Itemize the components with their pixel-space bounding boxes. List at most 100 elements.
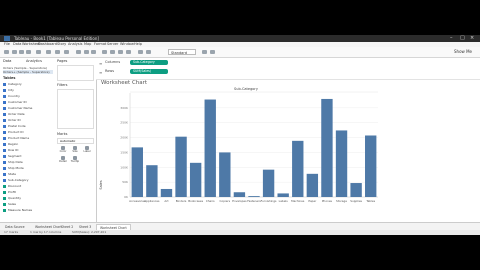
field-item[interactable]: State: [8, 172, 16, 176]
bar[interactable]: [248, 196, 260, 197]
highlight-icon[interactable]: [102, 50, 107, 54]
tableau-home-icon[interactable]: [4, 50, 9, 54]
columns-label: Columns: [105, 60, 121, 64]
filters-label: Filters: [57, 83, 68, 87]
field-type-icon: [3, 130, 6, 134]
x-tick-label: Binders: [176, 199, 187, 203]
new-worksheet-icon[interactable]: [46, 50, 51, 54]
bar[interactable]: [175, 136, 187, 197]
data-pane: Data Analytics Orders (Sample - Supersto…: [0, 58, 56, 222]
bar[interactable]: [350, 183, 362, 197]
rows-pill[interactable]: SUM(Sales): [130, 69, 168, 74]
pages-shelf[interactable]: [57, 65, 94, 81]
sort-descending-icon[interactable]: [91, 50, 96, 54]
presentation-mode-icon[interactable]: [202, 50, 207, 54]
field-item[interactable]: Region: [8, 142, 18, 146]
field-type-icon: [3, 196, 6, 200]
x-tick-label: Chairs: [206, 199, 215, 203]
field-item[interactable]: Order ID: [8, 118, 21, 122]
mark-tooltip[interactable]: Tooltip: [70, 156, 80, 164]
clear-sheet-icon[interactable]: [64, 50, 69, 54]
mark-type-dropdown[interactable]: Automatic: [57, 138, 94, 144]
x-tick-label: Envelopes: [232, 199, 247, 203]
field-item[interactable]: Sub-Category: [8, 178, 29, 182]
status-marks: 17 marks: [4, 230, 19, 234]
field-item[interactable]: Product ID: [8, 130, 24, 134]
mark-size[interactable]: Size: [70, 146, 80, 154]
swap-icon[interactable]: [76, 50, 81, 54]
tableau-logo-icon: [4, 36, 10, 41]
shelves: ≡ Columns Sub-Category ≡ Rows SUM(Sales): [96, 58, 480, 80]
labels-icon[interactable]: [118, 50, 123, 54]
x-tick-label: Furnishings: [261, 199, 277, 203]
x-tick-label: Bookcases: [188, 199, 203, 203]
bar[interactable]: [262, 169, 275, 197]
bar[interactable]: [365, 135, 377, 197]
field-type-icon: [3, 172, 6, 176]
field-item[interactable]: City: [8, 88, 14, 92]
bar[interactable]: [204, 99, 216, 197]
field-item[interactable]: Product Name: [8, 136, 29, 140]
close-icon[interactable]: ×: [470, 35, 474, 42]
tab-data[interactable]: Data: [3, 59, 11, 64]
field-item[interactable]: Postal Code: [8, 124, 26, 128]
format-workbook-icon[interactable]: [138, 50, 143, 54]
y-tick-label: 50K: [122, 180, 129, 184]
mark-label[interactable]: Label: [82, 146, 92, 154]
maximize-icon[interactable]: □: [460, 35, 465, 42]
filters-shelf[interactable]: [57, 89, 94, 129]
field-item[interactable]: Country: [8, 94, 20, 98]
field-item[interactable]: Profit: [8, 190, 16, 194]
bar[interactable]: [189, 162, 202, 197]
show-me-button[interactable]: Show Me: [454, 49, 472, 55]
field-item[interactable]: Customer Name: [8, 106, 32, 110]
share-icon[interactable]: [210, 50, 215, 54]
undo-icon[interactable]: [12, 50, 17, 54]
bar[interactable]: [292, 140, 304, 197]
field-item[interactable]: Ship Date: [8, 160, 23, 164]
minimize-icon[interactable]: –: [450, 35, 453, 42]
field-item[interactable]: Measure Names: [8, 208, 32, 212]
field-item[interactable]: Customer ID: [8, 100, 27, 104]
field-item[interactable]: Sales: [8, 202, 16, 206]
field-item[interactable]: Segment: [8, 154, 22, 158]
columns-pill[interactable]: Sub-Category: [130, 60, 168, 65]
bar[interactable]: [160, 188, 173, 197]
new-data-source-icon[interactable]: [36, 50, 41, 54]
bar[interactable]: [335, 130, 348, 197]
field-type-icon: [3, 178, 6, 182]
redo-icon[interactable]: [19, 50, 24, 54]
bar[interactable]: [233, 192, 246, 197]
field-item[interactable]: Category: [8, 82, 22, 86]
x-tick-label: Copiers: [220, 199, 231, 203]
field-item[interactable]: Quantity: [8, 196, 21, 200]
field-item[interactable]: Row ID: [8, 148, 18, 152]
bar[interactable]: [131, 147, 143, 197]
fix-axes-icon[interactable]: [126, 50, 131, 54]
bar[interactable]: [146, 165, 158, 197]
field-type-icon: [3, 190, 6, 194]
field-item[interactable]: Ship Mode: [8, 166, 24, 170]
bar[interactable]: [277, 193, 289, 197]
tooltip-icon[interactable]: [146, 50, 151, 54]
save-icon[interactable]: [26, 50, 31, 54]
field-type-icon: [3, 202, 6, 206]
mark-color[interactable]: Color: [58, 146, 68, 154]
field-type-icon: [3, 184, 6, 188]
group-icon[interactable]: [110, 50, 115, 54]
status-dims: 1 row by 17 columns: [30, 230, 62, 234]
bar[interactable]: [219, 152, 231, 197]
mark-detail[interactable]: Detail: [58, 156, 68, 164]
field-item[interactable]: Order Date: [8, 112, 25, 116]
bar[interactable]: [321, 98, 333, 197]
duplicate-sheet-icon[interactable]: [55, 50, 60, 54]
bar[interactable]: [306, 173, 319, 197]
data-source-2[interactable]: Orders+ (Sample - Superstore): [3, 70, 53, 74]
fit-dropdown[interactable]: Standard: [168, 49, 196, 55]
sort-ascending-icon[interactable]: [84, 50, 89, 54]
tab-analytics[interactable]: Analytics: [26, 59, 42, 64]
y-tick-label: 300K: [120, 106, 129, 110]
field-type-icon: [3, 154, 6, 158]
field-item[interactable]: Discount: [8, 184, 21, 188]
cards-pane: Pages Filters Marks Automatic Color Size…: [55, 58, 97, 222]
